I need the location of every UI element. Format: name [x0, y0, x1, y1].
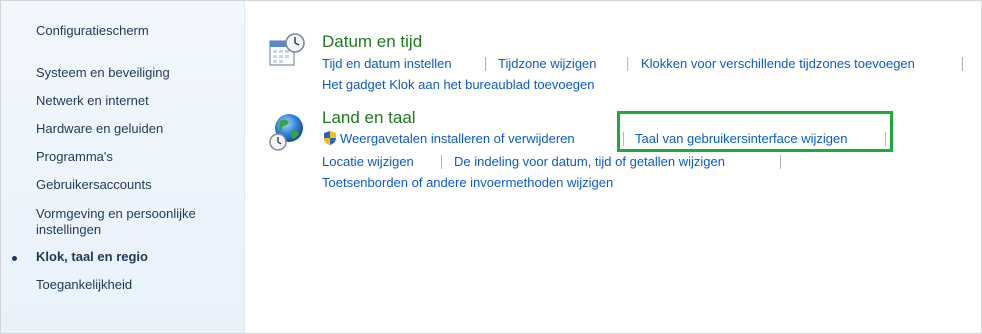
globe-clock-icon[interactable] [267, 111, 307, 158]
link-tijd-en-datum-instellen[interactable]: Tijd en datum instellen [322, 56, 452, 71]
sidebar-item-klok-taal-en-regio[interactable]: Klok, taal en regio [36, 249, 148, 264]
sidebar-item-systeem-en-beveiliging[interactable]: Systeem en beveiliging [36, 65, 170, 80]
sidebar-item-hardware-en-geluiden[interactable]: Hardware en geluiden [36, 121, 163, 136]
link-tijdzone-wijzigen[interactable]: Tijdzone wijzigen [498, 56, 597, 71]
link-locatie-wijzigen[interactable]: Locatie wijzigen [322, 154, 414, 169]
control-panel-window: Configuratiescherm Systeem en beveiligin… [0, 0, 982, 334]
uac-shield-icon [322, 130, 338, 151]
sidebar-home-link[interactable]: Configuratiescherm [36, 23, 149, 38]
sidebar-item-gebruikersaccounts[interactable]: Gebruikersaccounts [36, 177, 152, 192]
link-toetsenborden-invoermethoden[interactable]: Toetsenborden of andere invoermethoden w… [322, 175, 613, 190]
link-separator [485, 57, 486, 71]
category-title-datum-en-tijd[interactable]: Datum en tijd [322, 32, 422, 52]
link-separator [962, 57, 963, 71]
sidebar: Configuratiescherm Systeem en beveiligin… [1, 1, 245, 333]
link-separator [780, 155, 781, 169]
link-separator [627, 57, 628, 71]
current-item-bullet-icon [12, 256, 17, 261]
sidebar-item-toegankelijkheid[interactable]: Toegankelijkheid [36, 277, 132, 292]
link-klokken-toevoegen[interactable]: Klokken voor verschillende tijdzones toe… [641, 56, 915, 71]
link-gadget-klok-toevoegen[interactable]: Het gadget Klok aan het bureaublad toevo… [322, 77, 595, 92]
category-title-land-en-taal[interactable]: Land en taal [322, 108, 416, 128]
sidebar-item-vormgeving[interactable]: Vormgeving en persoonlijke instellingen [36, 206, 226, 238]
highlight-box [617, 111, 893, 152]
link-weergavetalen[interactable]: Weergavetalen installeren of verwijderen [340, 131, 575, 146]
sidebar-item-netwerk-en-internet[interactable]: Netwerk en internet [36, 93, 149, 108]
link-separator [441, 155, 442, 169]
calendar-clock-icon[interactable] [267, 31, 307, 76]
sidebar-item-programmas[interactable]: Programma's [36, 149, 113, 164]
link-indeling-datum-tijd-getallen[interactable]: De indeling voor datum, tijd of getallen… [454, 154, 725, 169]
